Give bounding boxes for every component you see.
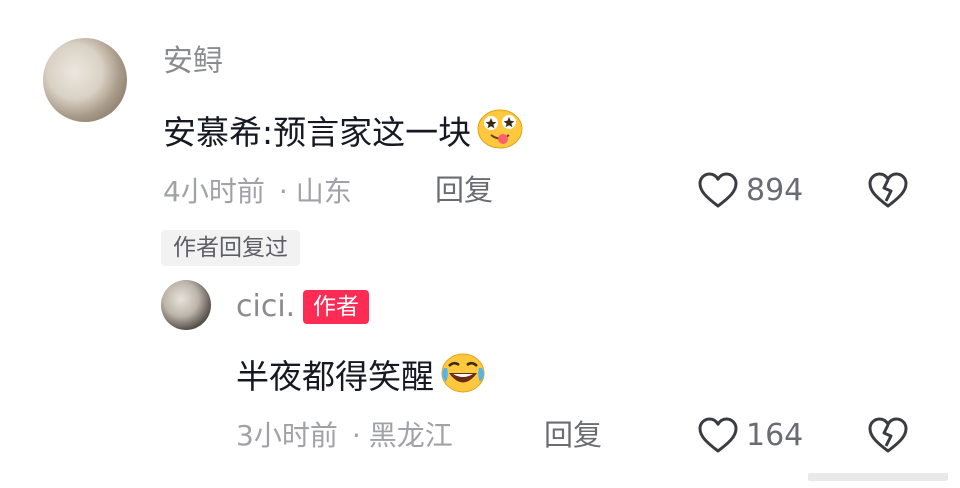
reply-location: 黑龙江 <box>368 419 453 452</box>
reply-text-content: 半夜都得笑醒 <box>236 357 434 396</box>
reply-username[interactable]: cici. <box>236 292 295 322</box>
like-count: 894 <box>746 173 804 208</box>
comment-text-content: 安慕希:预言家这一块 <box>163 113 472 152</box>
avatar[interactable] <box>43 38 127 122</box>
author-badge: 作者 <box>303 290 369 324</box>
comment-meta: 4小时前 · 山东 <box>163 178 352 206</box>
watermark <box>808 473 948 481</box>
meta-separator: · <box>278 175 288 208</box>
heart-icon[interactable] <box>697 171 739 211</box>
reply-text: 半夜都得笑醒 <box>236 352 486 394</box>
dislike-icon[interactable] <box>867 416 909 456</box>
meta-separator: · <box>351 419 361 452</box>
comment-location: 山东 <box>295 175 352 208</box>
reply-time: 3小时前 <box>236 419 338 452</box>
comment-username[interactable]: 安鲟 <box>163 47 223 77</box>
reply-button[interactable]: 回复 <box>435 176 493 205</box>
dislike-icon[interactable] <box>867 171 909 211</box>
comment-text: 安慕希:预言家这一块 <box>163 108 523 150</box>
like-count: 164 <box>746 418 804 453</box>
comment-time: 4小时前 <box>163 175 265 208</box>
author-replied-tag[interactable]: 作者回复过 <box>161 230 300 266</box>
starry-eyed-tongue-emoji <box>477 109 523 149</box>
reply-meta: 3小时前 · 黑龙江 <box>236 422 453 450</box>
reply-avatar[interactable] <box>161 280 211 330</box>
rolling-on-floor-laughing-emoji <box>441 353 485 393</box>
reply-button[interactable]: 回复 <box>544 421 602 450</box>
heart-icon[interactable] <box>697 416 739 456</box>
